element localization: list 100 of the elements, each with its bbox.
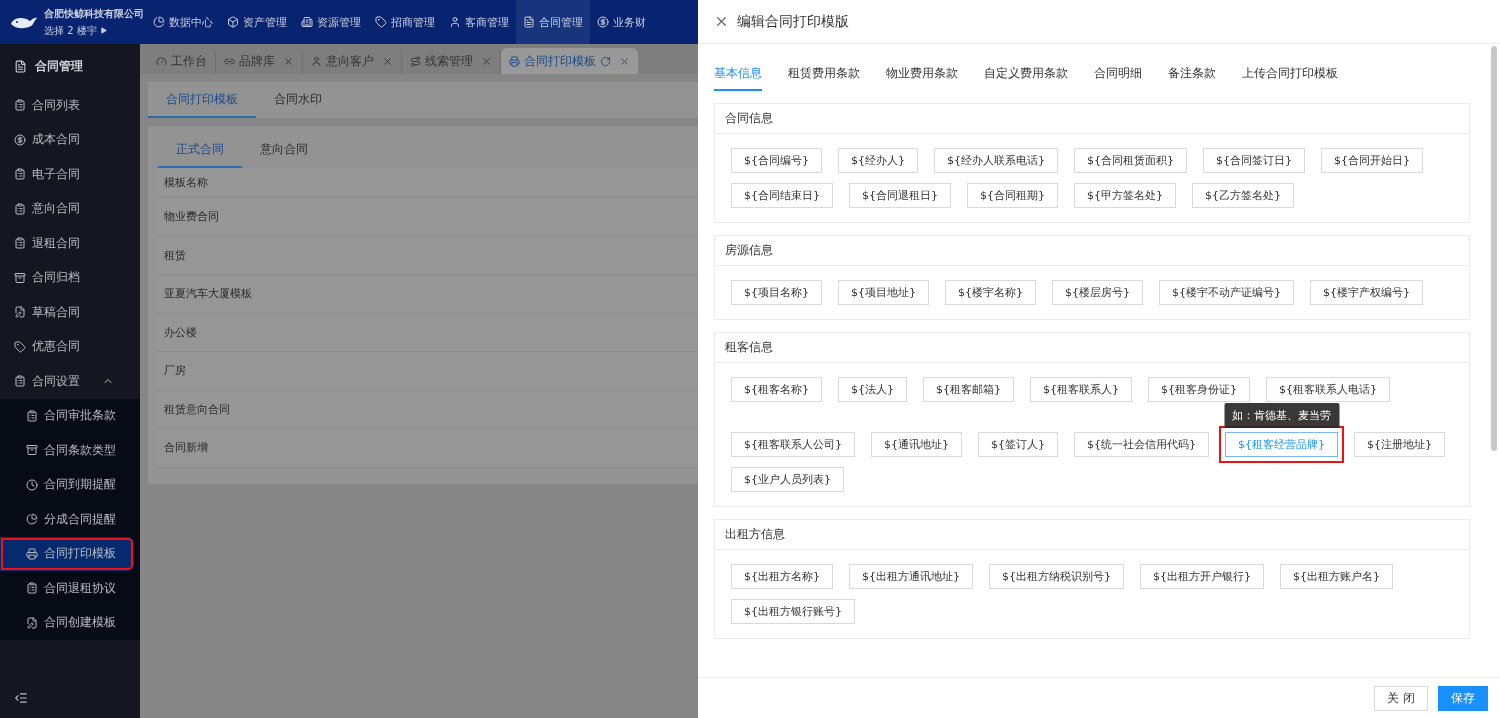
placeholder-tag[interactable]: ${合同结束日} <box>731 183 833 208</box>
close-icon[interactable] <box>714 14 729 29</box>
sidebar-item[interactable]: 合同打印模板 <box>0 536 134 571</box>
sidebar-item[interactable]: 退租合同 <box>0 226 140 261</box>
file-icon <box>523 16 535 28</box>
placeholder-tag[interactable]: ${合同租期} <box>967 183 1058 208</box>
placeholder-tag[interactable]: ${出租方开户银行} <box>1140 564 1264 589</box>
drawer-tab[interactable]: 上传合同打印模板 <box>1242 66 1338 91</box>
placeholder-tag[interactable]: ${项目地址} <box>838 280 929 305</box>
sidebar-item[interactable]: 意向合同 <box>0 191 140 226</box>
nav-item[interactable]: 业务财 <box>590 0 653 44</box>
chart-icon <box>153 16 165 28</box>
nav-item[interactable]: 招商管理 <box>368 0 442 44</box>
list-icon <box>14 375 26 388</box>
refresh-icon[interactable] <box>600 55 611 67</box>
placeholder-tag[interactable]: ${出租方名称} <box>731 564 833 589</box>
placeholder-tag[interactable]: ${租客邮箱} <box>923 377 1014 402</box>
archive-icon <box>26 444 38 457</box>
sidebar-item[interactable]: 合同创建模板 <box>0 605 140 640</box>
close-icon[interactable] <box>481 55 492 67</box>
list-icon <box>26 582 38 595</box>
building-selector[interactable]: 选择 2 楼宇 <box>44 23 144 38</box>
placeholder-tag[interactable]: ${项目名称} <box>731 280 822 305</box>
printer-icon <box>509 55 520 67</box>
sidebar-item[interactable]: 优惠合同 <box>0 329 140 364</box>
building-icon <box>301 16 313 28</box>
sidebar-item[interactable]: 成本合同 <box>0 122 140 157</box>
sidebar-item[interactable]: 分成合同提醒 <box>0 502 140 537</box>
placeholder-tag[interactable]: ${注册地址} <box>1354 432 1445 457</box>
placeholder-tag[interactable]: ${经办人联系电话} <box>934 148 1058 173</box>
placeholder-tag[interactable]: ${合同租赁面积} <box>1074 148 1187 173</box>
user-icon <box>449 16 461 28</box>
nav-item[interactable]: 数据中心 <box>146 0 220 44</box>
nav-item[interactable]: 客商管理 <box>442 0 516 44</box>
section-title: 租客信息 <box>715 333 1469 363</box>
pie-icon <box>26 513 38 526</box>
archive-icon <box>14 271 26 284</box>
contract-type-tab[interactable]: 意向合同 <box>242 132 326 168</box>
sidebar-item[interactable]: 合同到期提醒 <box>0 467 140 502</box>
collapse-menu-icon[interactable] <box>14 691 28 705</box>
user-icon <box>311 55 322 67</box>
placeholder-tag[interactable]: ${经办人} <box>838 148 918 173</box>
company-name: 合肥快鲸科技有限公司 <box>44 6 144 21</box>
placeholder-tag[interactable]: ${出租方账户名} <box>1280 564 1393 589</box>
placeholder-tag[interactable]: ${租客身份证} <box>1148 377 1250 402</box>
clock-icon <box>26 478 38 491</box>
drawer-tab[interactable]: 备注条款 <box>1168 66 1216 91</box>
sidebar-item[interactable]: 合同条款类型 <box>0 433 140 468</box>
close-icon[interactable] <box>382 55 393 67</box>
placeholder-tag[interactable]: ${合同开始日} <box>1321 148 1423 173</box>
route-icon <box>410 55 421 67</box>
sidebar-item[interactable]: 合同设置 <box>0 364 140 399</box>
drawer-tab[interactable]: 自定义费用条款 <box>984 66 1068 91</box>
nav-item[interactable]: 资源管理 <box>294 0 368 44</box>
list-icon <box>14 99 26 112</box>
placeholder-tag[interactable]: ${合同签订日} <box>1203 148 1305 173</box>
draft-icon <box>26 616 38 629</box>
close-button[interactable]: 关 闭 <box>1374 685 1428 711</box>
placeholder-tag[interactable]: ${合同退租日} <box>849 183 951 208</box>
placeholder-tag[interactable]: ${出租方银行账号} <box>731 599 855 624</box>
placeholder-tag[interactable]: ${楼宇产权编号} <box>1310 280 1423 305</box>
placeholder-tag[interactable]: ${租客联系人} <box>1030 377 1132 402</box>
placeholder-tag[interactable]: ${甲方签名处} <box>1074 183 1176 208</box>
placeholder-tag[interactable]: ${租客名称} <box>731 377 822 402</box>
placeholder-tag[interactable]: ${租客联系人电话} <box>1266 377 1390 402</box>
placeholder-tag[interactable]: ${出租方通讯地址} <box>849 564 973 589</box>
placeholder-tag[interactable]: ${出租方纳税识别号} <box>989 564 1124 589</box>
drawer-tab[interactable]: 物业费用条款 <box>886 66 958 91</box>
drawer-tab[interactable]: 租赁费用条款 <box>788 66 860 91</box>
tag-icon <box>14 340 26 353</box>
placeholder-tag[interactable]: ${合同编号} <box>731 148 822 173</box>
close-icon[interactable] <box>619 55 630 67</box>
close-icon[interactable] <box>283 55 294 67</box>
sidebar-item[interactable]: 合同列表 <box>0 88 140 123</box>
drawer-tab[interactable]: 合同明细 <box>1094 66 1142 91</box>
sidebar-item[interactable]: 合同审批条款 <box>0 398 140 433</box>
placeholder-tag[interactable]: ${业户人员列表} <box>731 467 844 492</box>
placeholder-tag[interactable]: ${签订人} <box>978 432 1058 457</box>
placeholder-tag[interactable]: ${统一社会信用代码} <box>1074 432 1209 457</box>
tag-icon <box>375 16 387 28</box>
caret-icon <box>99 27 107 34</box>
box-icon <box>227 16 239 28</box>
sidebar-item[interactable]: 合同退租协议 <box>0 571 140 606</box>
sidebar-item[interactable]: 合同归档 <box>0 260 140 295</box>
nav-item[interactable]: 合同管理 <box>516 0 590 44</box>
placeholder-tag[interactable]: ${租客联系人公司} <box>731 432 855 457</box>
sidebar-item[interactable]: 电子合同 <box>0 157 140 192</box>
coin-icon <box>14 133 26 146</box>
placeholder-tag[interactable]: ${法人} <box>838 377 907 402</box>
placeholder-tag[interactable]: ${楼宇名称} <box>945 280 1036 305</box>
placeholder-tag[interactable]: ${楼层房号} <box>1052 280 1143 305</box>
scrollbar[interactable] <box>1491 46 1497 451</box>
file-icon <box>14 59 27 73</box>
placeholder-tag[interactable]: ${乙方签名处} <box>1192 183 1294 208</box>
placeholder-tag[interactable]: ${楼宇不动产证编号} <box>1159 280 1294 305</box>
nav-item[interactable]: 资产管理 <box>220 0 294 44</box>
sidebar-item[interactable]: 草稿合同 <box>0 295 140 330</box>
sidebar-title: 合同管理 <box>0 44 140 88</box>
placeholder-tag[interactable]: ${通讯地址} <box>871 432 962 457</box>
sub-tab[interactable]: 合同水印 <box>256 82 340 118</box>
